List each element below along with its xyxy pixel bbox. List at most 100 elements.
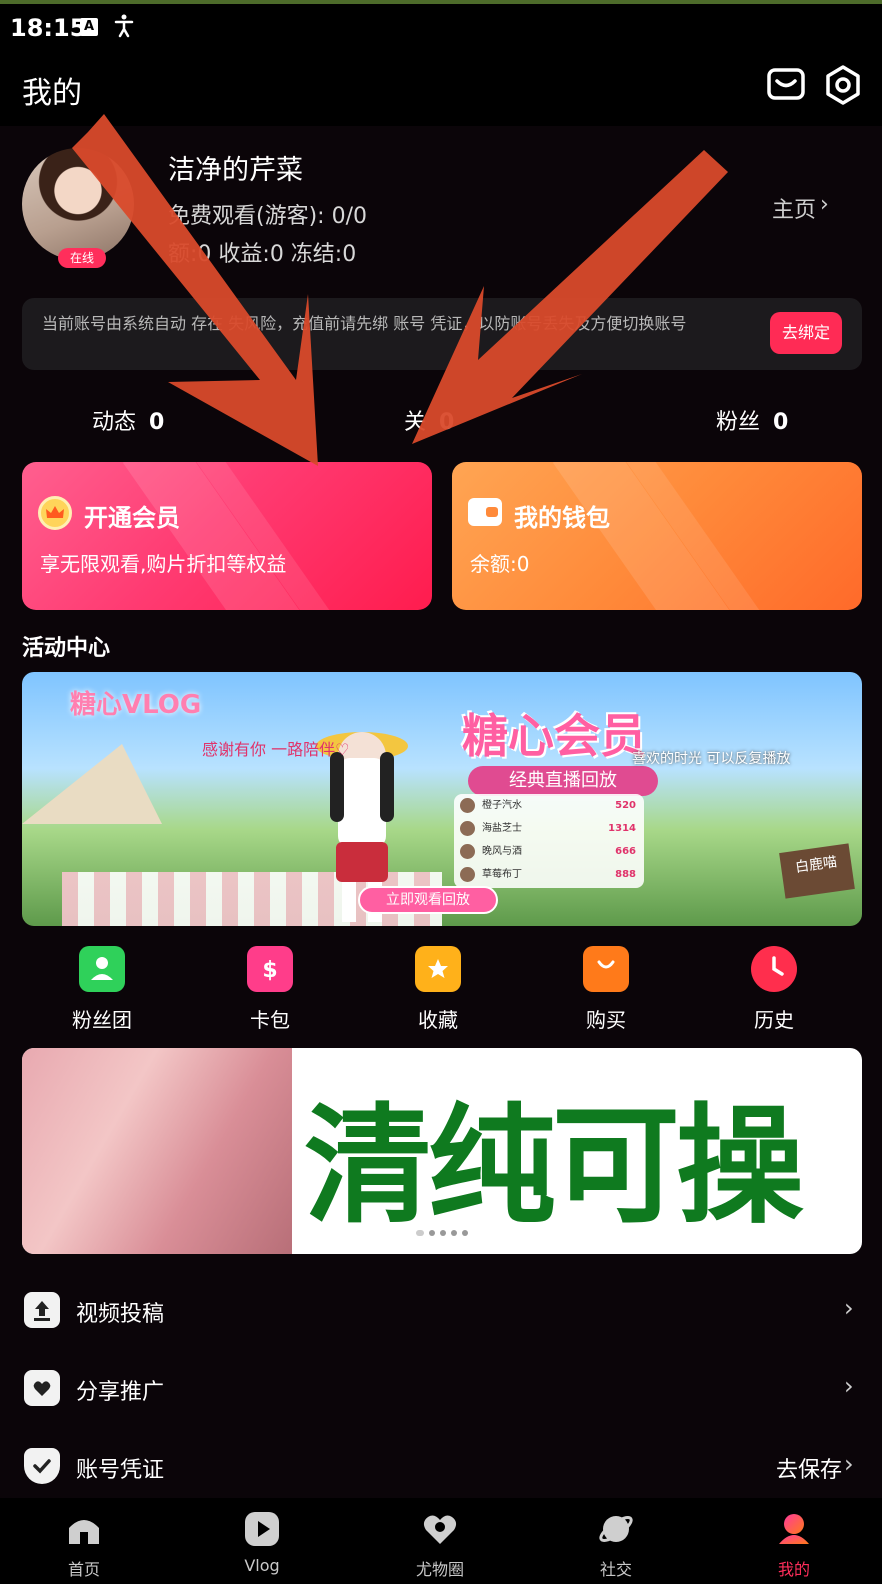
- page-title: 我的: [22, 76, 82, 111]
- tab-mine[interactable]: 我的: [744, 1510, 844, 1580]
- settings-icon[interactable]: [822, 64, 864, 106]
- notice-text: 当前账号由系统自动 存在 失风险，充值前请先绑 账号 凭证，以防账号丢失及方便切…: [42, 314, 687, 333]
- list-item: 晚风与酒 666: [454, 840, 644, 863]
- tab-label: Vlog: [244, 1556, 280, 1575]
- bind-account-button[interactable]: 去绑定: [770, 312, 842, 354]
- fan-group-icon: [79, 946, 125, 992]
- vip-membership-card[interactable]: 开通会员 享无限观看,购片折扣等权益: [22, 462, 432, 610]
- history-clock-icon: [751, 946, 797, 992]
- crown-icon: [38, 496, 72, 530]
- stat-label: 关: [404, 410, 427, 435]
- status-bar: 18:15 A: [0, 0, 882, 48]
- stat-following[interactable]: 关 0: [404, 404, 454, 436]
- vip-card-subtitle: 享无限观看,购片折扣等权益: [40, 552, 287, 576]
- tab-label: 首页: [67, 1560, 100, 1579]
- message-icon[interactable]: [766, 64, 806, 104]
- tab-home[interactable]: 首页: [34, 1510, 134, 1580]
- promo-text: 清纯可操: [304, 1091, 804, 1241]
- favorites-icon: [415, 946, 461, 992]
- vip-card-title: 开通会员: [84, 504, 180, 532]
- balance-summary: 额:0 收益:0 冻结:0: [168, 242, 357, 267]
- menu-account-credential[interactable]: 账号凭证 去保存 ›: [0, 1432, 882, 1498]
- play-icon: [243, 1510, 281, 1548]
- carousel-indicator: [416, 1230, 468, 1236]
- list-item: 橙子汽水 520: [454, 794, 644, 817]
- activity-center-title: 活动中心: [22, 636, 111, 661]
- replay-list: 橙子汽水 520 海盐芝士 1314 晚风与酒 666 草莓布丁 888: [454, 794, 644, 888]
- shield-icon: [24, 1448, 60, 1484]
- share-icon: [24, 1370, 60, 1406]
- tab-label: 我的: [777, 1560, 810, 1579]
- quick-action-card-wallet[interactable]: $ 卡包: [220, 946, 320, 1033]
- quick-action-label: 粉丝团: [72, 1008, 132, 1032]
- main-content: 在线 洁净的芹菜 免费观看(游客): 0/0 额:0 收益:0 冻结:0 主页 …: [0, 126, 882, 1498]
- wallet-balance: 余额:0: [470, 552, 530, 576]
- activity-banner[interactable]: 糖心VLOG 感谢有你 一路陪伴♡ 糖心会员 经典直播回放 喜欢的时光 可以反复…: [22, 672, 862, 926]
- free-watch-count: 免费观看(游客): 0/0: [168, 204, 367, 229]
- chevron-right-icon[interactable]: ›: [820, 192, 829, 217]
- banner-subtitle: 经典直播回放: [468, 766, 658, 796]
- banner-title: 糖心会员: [462, 709, 646, 763]
- quick-action-label: 卡包: [250, 1008, 290, 1032]
- banner-replay-text: 喜欢的时光 可以反复播放: [632, 751, 791, 767]
- svg-text:$: $: [262, 958, 277, 983]
- quick-action-label: 收藏: [418, 1008, 458, 1032]
- tent-illustration: [22, 744, 162, 824]
- list-item: 草莓布丁 888: [454, 863, 644, 886]
- menu-label: 视频投稿: [76, 1302, 165, 1327]
- profile-home-link[interactable]: 主页: [772, 192, 816, 224]
- bottom-tab-bar: 首页 Vlog 尤物圈 社交 我的: [0, 1498, 882, 1584]
- stat-value: 0: [773, 410, 789, 435]
- card-wallet-icon: $: [247, 946, 293, 992]
- tab-social[interactable]: 社交: [566, 1510, 666, 1580]
- quick-action-label: 购买: [586, 1008, 626, 1032]
- promo-banner[interactable]: 清纯可操: [22, 1048, 862, 1254]
- stat-fans[interactable]: 粉丝 0: [716, 404, 788, 436]
- top-bar: 我的: [0, 48, 882, 126]
- upload-icon: [24, 1292, 60, 1328]
- home-icon: [65, 1510, 103, 1548]
- stat-label: 动态: [92, 410, 137, 435]
- tab-label: 尤物圈: [415, 1560, 464, 1579]
- stat-label: 粉丝: [716, 410, 761, 435]
- promo-photo: [22, 1048, 292, 1254]
- stat-posts[interactable]: 动态 0: [92, 404, 164, 436]
- menu-label: 分享推广: [76, 1380, 165, 1405]
- online-badge: 在线: [58, 248, 106, 268]
- shopping-bag-icon: [583, 946, 629, 992]
- watch-replay-button[interactable]: 立即观看回放: [358, 886, 498, 914]
- wallet-icon: [468, 498, 502, 526]
- accessibility-icon: [114, 14, 134, 38]
- profile-icon: [775, 1510, 813, 1548]
- quick-action-favorites[interactable]: 收藏: [388, 946, 488, 1033]
- status-time: 18:15: [10, 14, 87, 42]
- chevron-right-icon[interactable]: ›: [844, 1450, 854, 1478]
- menu-label: 账号凭证: [76, 1458, 165, 1483]
- save-credential-link[interactable]: 去保存: [776, 1452, 842, 1484]
- banner-thanks-text: 感谢有你 一路陪伴♡: [202, 740, 350, 759]
- menu-share-promotion[interactable]: 分享推广 ›: [0, 1354, 882, 1424]
- stat-value: 0: [149, 410, 165, 435]
- banner-sign: 白鹿喵: [779, 843, 855, 899]
- tab-circle[interactable]: 尤物圈: [390, 1510, 490, 1580]
- chevron-right-icon[interactable]: ›: [844, 1372, 854, 1400]
- tab-label: 社交: [599, 1560, 632, 1579]
- heart-icon: [421, 1510, 459, 1548]
- planet-icon: [597, 1510, 635, 1548]
- avatar[interactable]: [22, 148, 134, 260]
- keyboard-icon: A: [80, 18, 98, 36]
- account-bind-notice: 当前账号由系统自动 存在 失风险，充值前请先绑 账号 凭证，以防账号丢失及方便切…: [22, 298, 862, 370]
- wallet-card[interactable]: 我的钱包 余额:0: [452, 462, 862, 610]
- quick-action-history[interactable]: 历史: [724, 946, 824, 1033]
- tab-vlog[interactable]: Vlog: [212, 1510, 312, 1575]
- wallet-card-title: 我的钱包: [514, 504, 610, 532]
- quick-action-label: 历史: [754, 1008, 794, 1032]
- username: 洁净的芹菜: [168, 155, 303, 186]
- stat-value: 0: [439, 410, 455, 435]
- quick-action-fan-group[interactable]: 粉丝团: [52, 946, 152, 1033]
- quick-action-purchase[interactable]: 购买: [556, 946, 656, 1033]
- menu-video-upload[interactable]: 视频投稿 ›: [0, 1276, 882, 1346]
- chevron-right-icon[interactable]: ›: [844, 1294, 854, 1322]
- list-item: 海盐芝士 1314: [454, 817, 644, 840]
- banner-logo: 糖心VLOG: [70, 690, 202, 720]
